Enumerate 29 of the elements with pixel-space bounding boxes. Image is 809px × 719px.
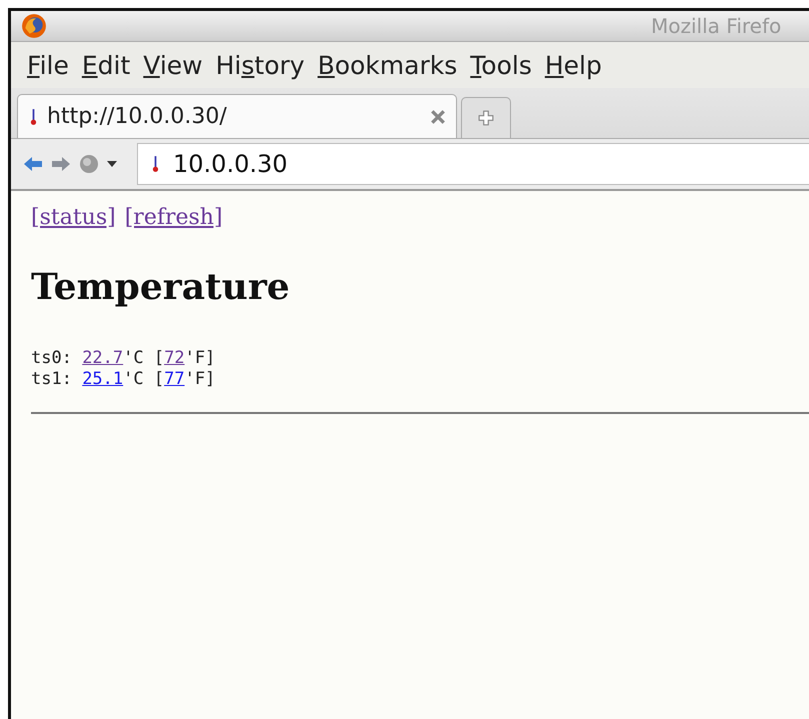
menu-item[interactable]: Bookmarks [318,50,458,80]
forward-arrow-icon[interactable] [51,156,71,172]
menu-item[interactable]: Help [544,50,602,80]
browser-logo-icon [21,13,47,39]
page-link[interactable]: [status] [31,205,116,230]
fahrenheit-link[interactable]: 77 [164,369,185,389]
address-field[interactable]: 10.0.0.30 [137,143,809,185]
dropdown-icon[interactable] [107,161,117,167]
menu-item[interactable]: Edit [82,50,130,80]
browser-tab[interactable]: http://10.0.0.30/ [17,94,457,138]
thermometer-icon [152,155,159,173]
page-link[interactable]: [refresh] [124,205,223,230]
close-icon[interactable] [430,108,446,124]
back-arrow-icon[interactable] [23,156,43,172]
fahrenheit-link[interactable]: 72 [164,348,185,368]
window-title: Mozilla Firefo [651,14,782,38]
menu-item[interactable]: File [27,50,69,80]
plus-icon [478,110,494,126]
page-heading: Temperature [31,266,291,308]
menu-item[interactable]: Tools [470,50,532,80]
menu-item[interactable]: View [143,50,203,80]
celsius-link[interactable]: 22.7 [82,348,124,368]
new-tab-button[interactable] [461,97,511,138]
menu-item[interactable]: History [216,50,305,80]
reading-line: ts0: 22.7'C [72'F] [31,348,216,369]
reading-line: ts1: 25.1'C [77'F] [31,369,216,390]
thermometer-icon [30,108,37,126]
globe-icon[interactable] [79,154,99,174]
celsius-link[interactable]: 25.1 [82,369,124,389]
